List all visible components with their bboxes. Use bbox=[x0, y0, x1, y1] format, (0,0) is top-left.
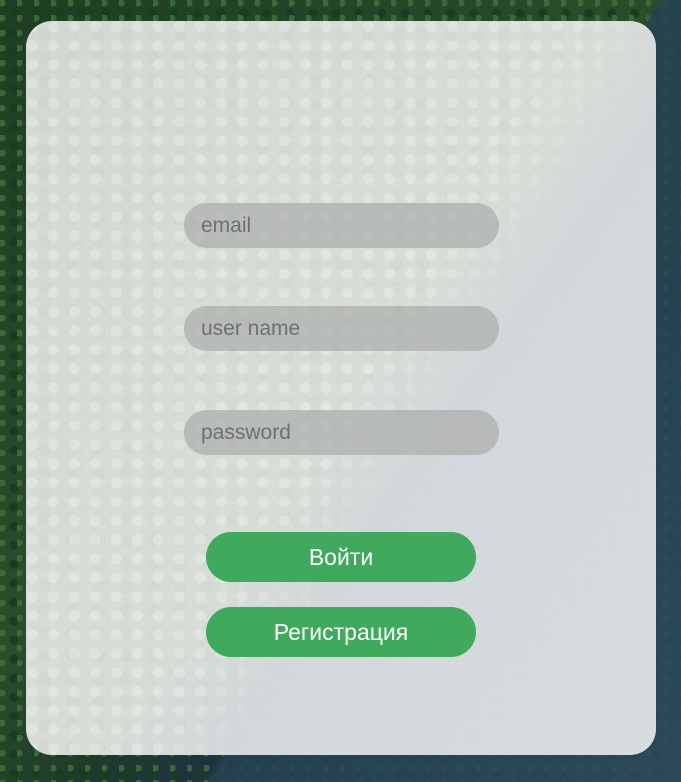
email-field[interactable] bbox=[184, 203, 499, 248]
login-button[interactable]: Войти bbox=[206, 532, 476, 582]
login-card: Войти Регистрация bbox=[26, 21, 656, 755]
username-field[interactable] bbox=[184, 306, 499, 351]
register-button[interactable]: Регистрация bbox=[206, 607, 476, 657]
password-field[interactable] bbox=[184, 410, 499, 455]
